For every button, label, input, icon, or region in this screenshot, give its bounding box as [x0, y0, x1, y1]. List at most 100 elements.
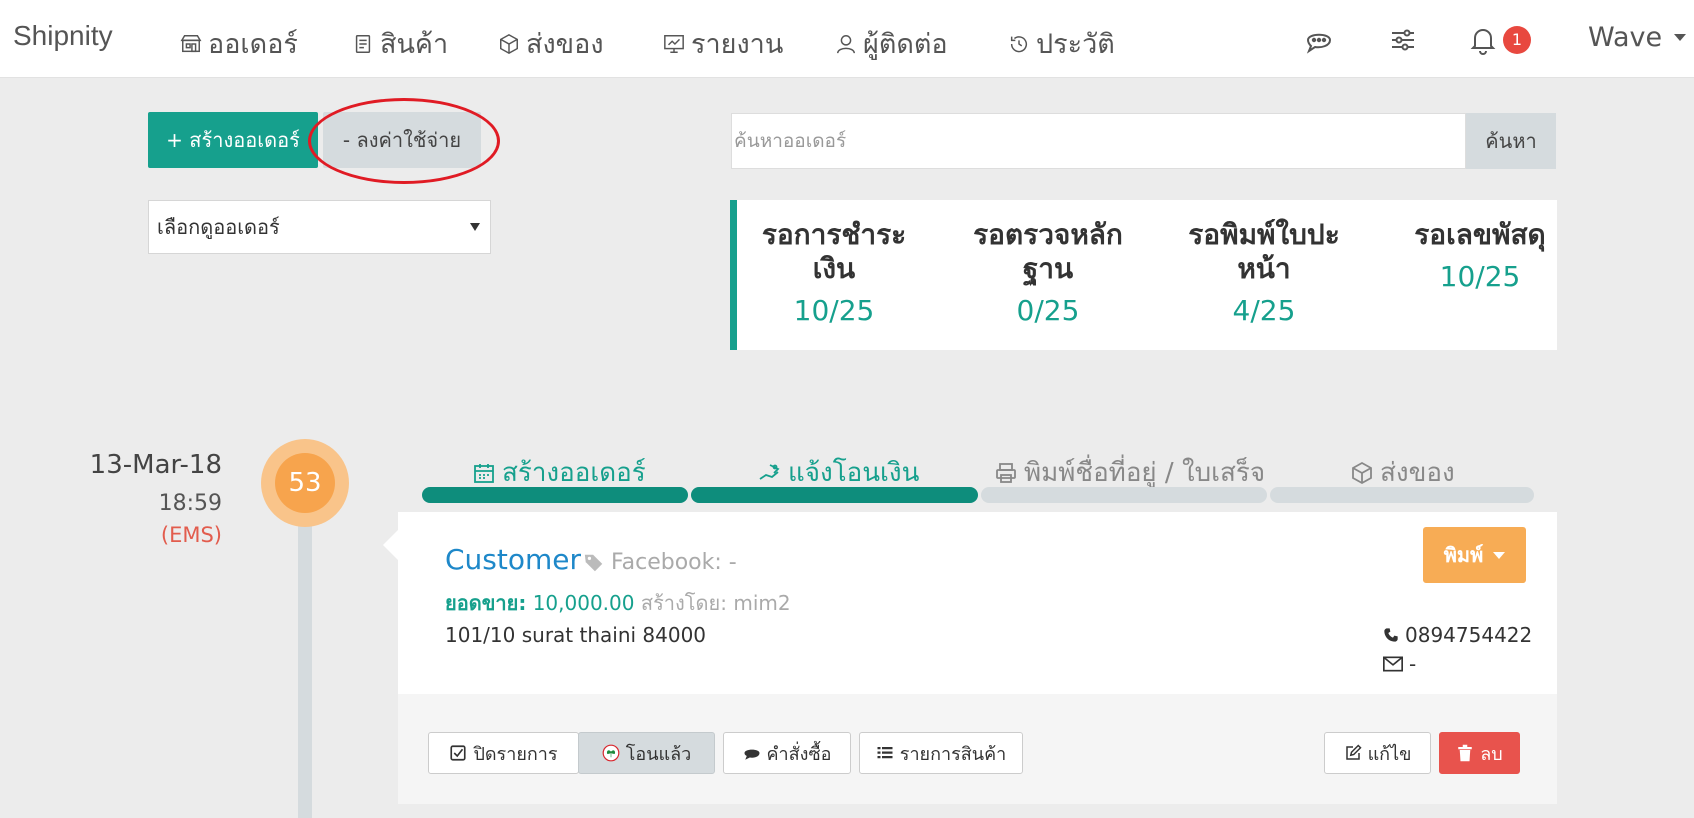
close-order-button[interactable]: ปิดรายการ [428, 732, 579, 774]
hand-money-icon [759, 463, 780, 480]
facebook-text: Facebook: - [611, 550, 737, 575]
button-label: โอนแล้ว [625, 743, 692, 765]
chat-icon[interactable] [1303, 24, 1335, 56]
print-label: พิมพ์ [1443, 543, 1484, 567]
timeline-line [298, 500, 312, 818]
nav-label: ออเดอร์ [208, 29, 298, 60]
user-icon [837, 34, 855, 53]
search-input[interactable]: ค้นหาออเดอร์ [731, 113, 1466, 169]
bank-logo-icon [602, 744, 620, 762]
transferred-button[interactable]: โอนแล้ว [578, 732, 715, 774]
product-icon [355, 34, 371, 53]
list-icon [877, 747, 893, 759]
chevron-down-icon [1674, 34, 1687, 41]
chevron-down-icon [1493, 551, 1506, 559]
phone-number: 0894754422 [1405, 623, 1533, 647]
highlight-annotation [308, 98, 500, 184]
user-name: Wave [1588, 22, 1663, 53]
button-label: ลบ [1480, 743, 1503, 765]
print-button[interactable]: พิมพ์ [1423, 527, 1526, 583]
created-by: สร้างโดย: mim2 [640, 591, 791, 615]
progress-bar-step-4 [1270, 487, 1534, 503]
stat-value: 10/25 [793, 294, 875, 327]
stat-label: รอการชำระ [761, 218, 907, 251]
nav-label: ส่งของ [526, 29, 604, 60]
delete-button[interactable]: ลบ [1439, 732, 1520, 774]
stat-awaiting-label-print[interactable]: รอพิมพ์ใบปะ หน้า 4/25 [1181, 218, 1347, 327]
customer-email: - [1383, 652, 1416, 676]
printer-icon [996, 462, 1016, 483]
phone-icon [1384, 628, 1398, 642]
nav-label: รายงาน [691, 29, 784, 60]
button-label: ปิดรายการ [473, 743, 558, 765]
envelope-icon [1383, 656, 1403, 672]
customer-phone: 0894754422 [1383, 623, 1532, 647]
comment-icon [744, 749, 760, 760]
customer-name[interactable]: Customer [445, 543, 581, 576]
product-list-button[interactable]: รายการสินค้า [859, 732, 1023, 774]
sales-value: 10,000.00 [532, 591, 635, 615]
nav-label: สินค้า [380, 29, 449, 60]
stat-value: 10/25 [1439, 260, 1521, 293]
button-label: รายการสินค้า [899, 743, 1007, 765]
order-filter-value: เลือกดูออเดอร์ [157, 215, 280, 239]
progress-bar-step-3 [981, 487, 1267, 503]
box-icon [1352, 461, 1372, 484]
checkbox-icon [450, 745, 467, 761]
bell-icon[interactable] [1467, 24, 1499, 56]
email-value: - [1409, 652, 1417, 676]
sales-info: ยอดขาย: 10,000.00 สร้างโดย: mim2 [445, 587, 791, 619]
top-navbar: Shipnity ออเดอร์ สินค้า ส่งของ รายงาน ผู… [0, 0, 1694, 78]
edit-icon [1345, 744, 1362, 760]
customer-address: 101/10 surat thaini 84000 [445, 623, 707, 647]
nav-item-shipping[interactable]: ส่งของ [498, 22, 604, 65]
notification-badge: 1 [1503, 26, 1531, 54]
stat-awaiting-tracking[interactable]: รอเลขพัสดุ 10/25 [1397, 218, 1563, 293]
user-menu[interactable]: Wave [1588, 22, 1687, 53]
tag-icon [584, 554, 603, 571]
stat-label: หน้า [1237, 252, 1291, 285]
box-icon [500, 33, 518, 54]
button-label: คำสั่งซื้อ [766, 743, 832, 765]
nav-label: ประวัติ [1036, 29, 1115, 60]
stat-label: ฐาน [1022, 252, 1074, 285]
store-icon [180, 34, 202, 52]
create-order-button[interactable]: + สร้างออเดอร์ [148, 112, 318, 168]
stat-label: รอพิมพ์ใบปะ [1188, 218, 1340, 251]
button-label: แก้ไข [1367, 743, 1412, 765]
order-filter-select[interactable]: เลือกดูออเดอร์ [148, 200, 491, 254]
progress-bar-step-1 [422, 487, 688, 503]
order-request-button[interactable]: คำสั่งซื้อ [723, 732, 851, 774]
nav-item-orders[interactable]: ออเดอร์ [180, 22, 298, 65]
progress-bar-step-2 [691, 487, 978, 503]
nav-item-history[interactable]: ประวัติ [1008, 22, 1115, 65]
order-number: 53 [275, 453, 335, 513]
order-date: 13-Mar-18 [89, 450, 222, 480]
settings-sliders-icon[interactable] [1387, 24, 1419, 56]
calendar-icon [474, 463, 494, 483]
stat-awaiting-payment[interactable]: รอการชำระ เงิน 10/25 [751, 218, 917, 327]
nav-item-reports[interactable]: รายงาน [663, 22, 783, 65]
edit-button[interactable]: แก้ไข [1324, 732, 1431, 774]
stat-awaiting-verification[interactable]: รอตรวจหลัก ฐาน 0/25 [965, 218, 1131, 327]
nav-item-products[interactable]: สินค้า [352, 22, 448, 65]
shipping-method: (EMS) [160, 523, 222, 547]
nav-label: ผู้ติดต่อ [863, 29, 948, 60]
trash-icon [1458, 744, 1473, 762]
search-placeholder: ค้นหาออเดอร์ [734, 130, 847, 152]
stat-label: รอเลขพัสดุ [1414, 218, 1546, 251]
stat-value: 0/25 [1016, 294, 1080, 327]
sales-label: ยอดขาย: [445, 591, 527, 615]
history-icon [1010, 35, 1027, 52]
dropdown-arrow-icon [470, 223, 480, 231]
order-status-panel: รอการชำระ เงิน 10/25 รอตรวจหลัก ฐาน 0/25 ร… [730, 200, 1557, 350]
stat-value: 4/25 [1232, 294, 1296, 327]
customer-facebook: Facebook: - [583, 550, 737, 575]
nav-item-contacts[interactable]: ผู้ติดต่อ [835, 22, 948, 65]
stat-label: เงิน [812, 252, 856, 285]
search-button[interactable]: ค้นหา [1466, 113, 1556, 169]
brand-logo[interactable]: Shipnity [13, 20, 113, 52]
report-icon [664, 34, 684, 53]
card-pointer [383, 529, 399, 561]
order-time: 18:59 [158, 491, 222, 516]
